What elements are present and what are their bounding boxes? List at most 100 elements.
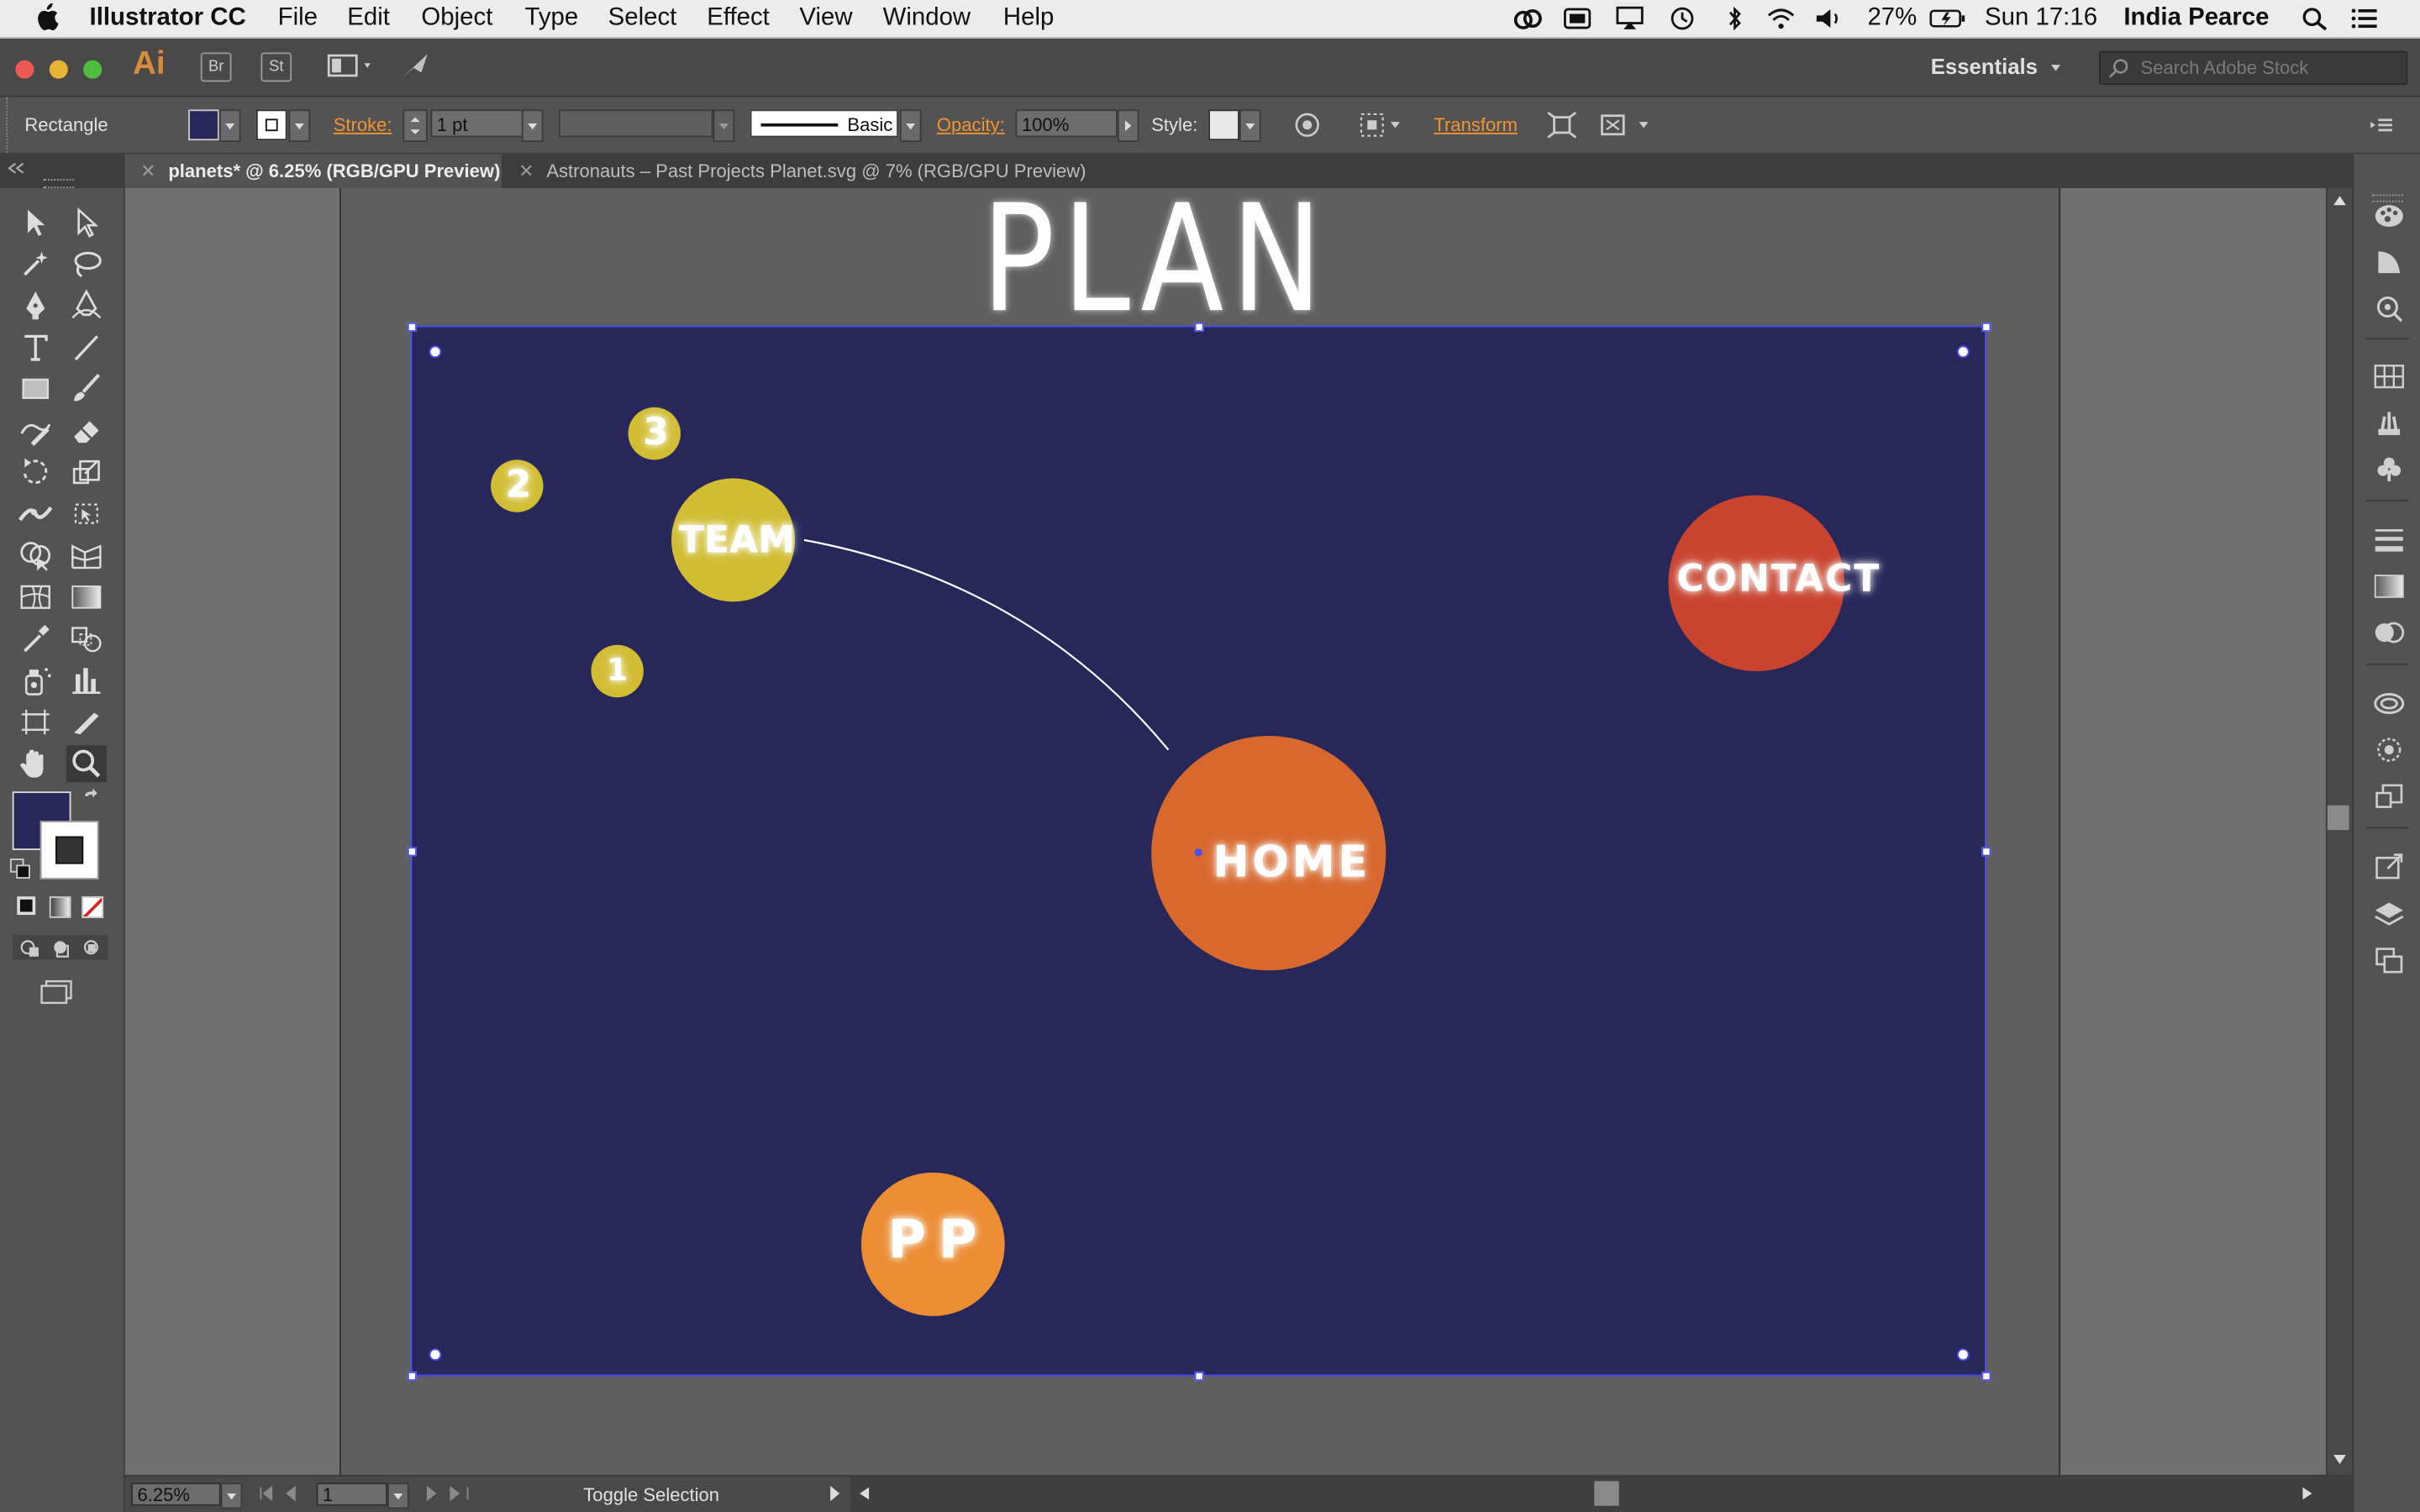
variable-width-profile[interactable] (558, 109, 713, 138)
free-transform-tool[interactable] (66, 496, 107, 533)
stroke-weight-dropdown[interactable] (521, 109, 544, 142)
shaper-tool[interactable] (15, 412, 55, 449)
tab-planets[interactable]: ✕ planets* @ 6.25% (RGB/GPU Preview) (124, 154, 502, 189)
notification-center-icon[interactable] (2349, 6, 2381, 30)
stroke-weight-field[interactable]: 1 pt (430, 109, 527, 138)
airplay-icon[interactable] (1614, 6, 1645, 30)
bridge-button[interactable]: Br (200, 52, 232, 82)
live-corner-widget[interactable] (1956, 345, 1970, 359)
perspective-grid-tool[interactable] (66, 537, 107, 574)
stroke-panel-icon[interactable] (2372, 524, 2406, 555)
toolbar-grip[interactable] (43, 179, 75, 189)
search-adobe-stock-input[interactable]: Search Adobe Stock (2098, 50, 2408, 86)
isolate-object-icon[interactable] (1546, 111, 1577, 139)
artboard-dropdown[interactable] (387, 1483, 409, 1509)
resize-handle-bottom-middle[interactable] (1194, 1371, 1204, 1381)
time-machine-icon[interactable] (1667, 6, 1698, 30)
gradient-tool[interactable] (66, 579, 107, 616)
collapse-toolbar-icon[interactable] (6, 160, 24, 176)
user-name[interactable]: India Pearce (2123, 5, 2269, 33)
spotlight-icon[interactable] (2300, 6, 2331, 31)
menu-help[interactable]: Help (1003, 5, 1054, 33)
type-tool[interactable] (15, 328, 55, 365)
width-tool[interactable] (15, 496, 55, 533)
battery-icon[interactable] (1929, 6, 1966, 30)
minimize-window-button[interactable] (49, 60, 68, 79)
opacity-field[interactable]: 100% (1015, 109, 1118, 138)
direct-selection-tool[interactable] (66, 203, 107, 240)
artwork-title[interactable]: PLAN (981, 173, 1329, 346)
stroke-weight-stepper[interactable] (402, 109, 428, 142)
swatches-icon[interactable] (2372, 361, 2406, 392)
resize-handle-bottom-right[interactable] (1981, 1371, 1991, 1381)
live-corner-widget[interactable] (429, 345, 442, 359)
opacity-slider-button[interactable] (1117, 109, 1139, 142)
graphic-style-dropdown[interactable] (1239, 109, 1261, 142)
horizontal-scroll-thumb[interactable] (1594, 1481, 1619, 1506)
scroll-right-icon[interactable] (2302, 1486, 2314, 1501)
artboard-tool[interactable] (15, 704, 55, 741)
mesh-tool[interactable] (15, 579, 55, 616)
creative-cloud-icon[interactable] (1512, 6, 1544, 30)
stock-button[interactable]: St (260, 52, 292, 82)
wifi-icon[interactable] (1765, 6, 1797, 30)
resize-handle-middle-right[interactable] (1981, 847, 1991, 857)
apple-icon[interactable] (34, 3, 59, 31)
magic-wand-tool[interactable] (15, 245, 55, 282)
align-options-icon[interactable] (1358, 111, 1404, 139)
export-icon[interactable] (2372, 852, 2406, 883)
chevron-down-icon[interactable] (2048, 61, 2063, 74)
horizontal-scrollbar[interactable] (850, 1476, 2353, 1512)
artboards-icon[interactable] (2372, 944, 2406, 975)
panel-menu-icon[interactable] (2368, 114, 2396, 136)
none-mode-button[interactable] (82, 896, 104, 918)
blend-tool[interactable] (66, 620, 107, 657)
first-previous-artboard-icons[interactable] (258, 1484, 310, 1503)
rotate-tool[interactable] (15, 454, 55, 491)
pen-tool[interactable] (15, 287, 55, 324)
swap-fill-stroke-icon[interactable] (81, 788, 103, 811)
fill-swatch[interactable] (188, 109, 219, 141)
menu-window[interactable]: Window (883, 5, 971, 33)
scale-tool[interactable] (66, 454, 107, 491)
symbols-icon[interactable] (2372, 454, 2406, 485)
volume-icon[interactable] (1813, 6, 1844, 30)
status-menu-arrow-icon[interactable] (827, 1484, 842, 1503)
clock[interactable]: Sun 17:16 (1985, 5, 2097, 33)
line-segment-tool[interactable] (66, 328, 107, 365)
zoom-level-field[interactable]: 6.25% (131, 1483, 221, 1506)
transparency-icon[interactable] (2372, 617, 2406, 648)
arrange-options-icon[interactable] (1599, 111, 1655, 139)
resize-handle-middle-left[interactable] (407, 847, 417, 857)
change-screen-mode-icon[interactable] (40, 978, 77, 1005)
menu-object[interactable]: Object (421, 5, 492, 33)
artboard-number-field[interactable]: 1 (316, 1483, 388, 1506)
bluetooth-icon[interactable] (1719, 6, 1750, 31)
fill-dropdown[interactable] (218, 109, 241, 142)
variable-width-dropdown[interactable] (713, 109, 735, 142)
gradient-panel-icon[interactable] (2372, 571, 2406, 602)
curvature-tool[interactable] (66, 287, 107, 324)
brushes-icon[interactable] (2372, 407, 2406, 438)
scroll-left-icon[interactable] (858, 1486, 871, 1501)
gradient-mode-button[interactable] (49, 896, 71, 918)
layers-icon[interactable] (2372, 898, 2406, 929)
opacity-label[interactable]: Opacity: (937, 114, 1005, 136)
zoom-dropdown[interactable] (220, 1483, 243, 1509)
color-mode-button[interactable] (17, 896, 36, 916)
resize-handle-top-left[interactable] (407, 322, 417, 332)
eyedropper-tool[interactable] (15, 620, 55, 657)
next-last-artboard-icons[interactable] (421, 1484, 473, 1503)
slice-tool[interactable] (66, 704, 107, 741)
image-trace-icon[interactable] (2372, 734, 2406, 765)
transform-link[interactable]: Transform (1434, 114, 1518, 136)
scroll-down-icon[interactable] (2332, 1453, 2347, 1466)
brush-dropdown[interactable] (899, 109, 922, 142)
live-corner-widget[interactable] (1956, 1348, 1970, 1361)
drawing-modes-icon[interactable] (12, 935, 108, 960)
menu-view[interactable]: View (799, 5, 852, 33)
app-name[interactable]: Illustrator CC (90, 5, 246, 33)
stroke-swatch[interactable] (255, 109, 287, 141)
menu-select[interactable]: Select (608, 5, 677, 33)
maximize-window-button[interactable] (83, 60, 103, 79)
